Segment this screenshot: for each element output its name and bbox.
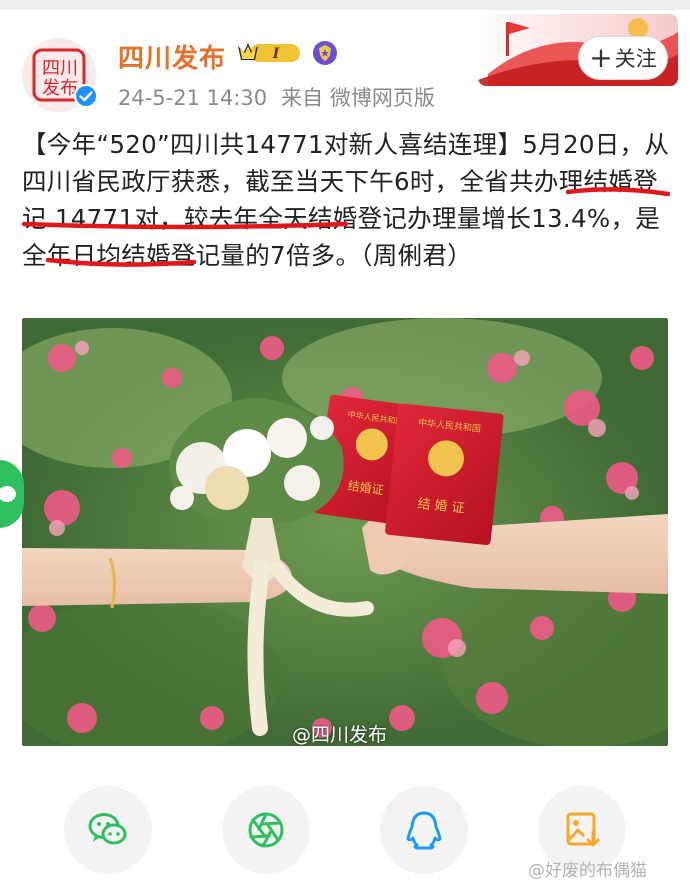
wechat-icon: [88, 813, 127, 845]
post-source[interactable]: 来自 微博网页版: [281, 86, 435, 110]
chat-bubble-icon: [0, 486, 16, 502]
qq-icon: [406, 811, 442, 850]
shield-badge-icon[interactable]: [312, 40, 338, 66]
red-underline-1: [566, 187, 670, 197]
svg-text:四: 四: [42, 58, 60, 79]
post-title: 【今年“520”四川共14771对新人喜结连理】: [22, 130, 523, 159]
post-timestamp: 24-5-21 14:30: [118, 86, 268, 110]
verified-icon: [74, 84, 98, 108]
plus-icon: +: [589, 41, 613, 74]
follow-label: 关注: [614, 47, 657, 71]
share-wechat-button[interactable]: [64, 786, 152, 874]
share-qq-button[interactable]: [380, 786, 468, 874]
moments-icon: [248, 812, 284, 848]
bottom-watermark: @好废的布偶猫: [528, 861, 647, 881]
red-underline-3: [46, 257, 196, 267]
svg-text:发: 发: [42, 78, 60, 99]
vip-level-text: I: [272, 46, 280, 62]
top-status-strip: [0, 0, 690, 10]
post-body-4: 增长13.4%: [481, 204, 611, 233]
save-image-icon: [566, 812, 600, 847]
post-meta: 24-5-21 14:30 来自 微博网页版: [118, 82, 435, 112]
account-name[interactable]: 四川发布: [118, 38, 226, 75]
floating-chat-tab[interactable]: [0, 460, 24, 528]
share-moments-button[interactable]: [222, 786, 310, 874]
follow-button[interactable]: + 关注: [578, 36, 668, 80]
image-watermark: @四川发布: [292, 724, 388, 746]
vip-level-badge[interactable]: I: [236, 40, 304, 66]
post-text: 【今年“520”四川共14771对新人喜结连理】5月20日，从四川省民政厅获悉，…: [22, 126, 670, 274]
svg-text:川: 川: [60, 58, 78, 79]
post-image[interactable]: 中华人民共和国 结婚证 中华人民共和国 结 婚 证: [22, 318, 668, 746]
badge-row: I: [236, 38, 338, 68]
red-underline-2: [22, 221, 348, 230]
